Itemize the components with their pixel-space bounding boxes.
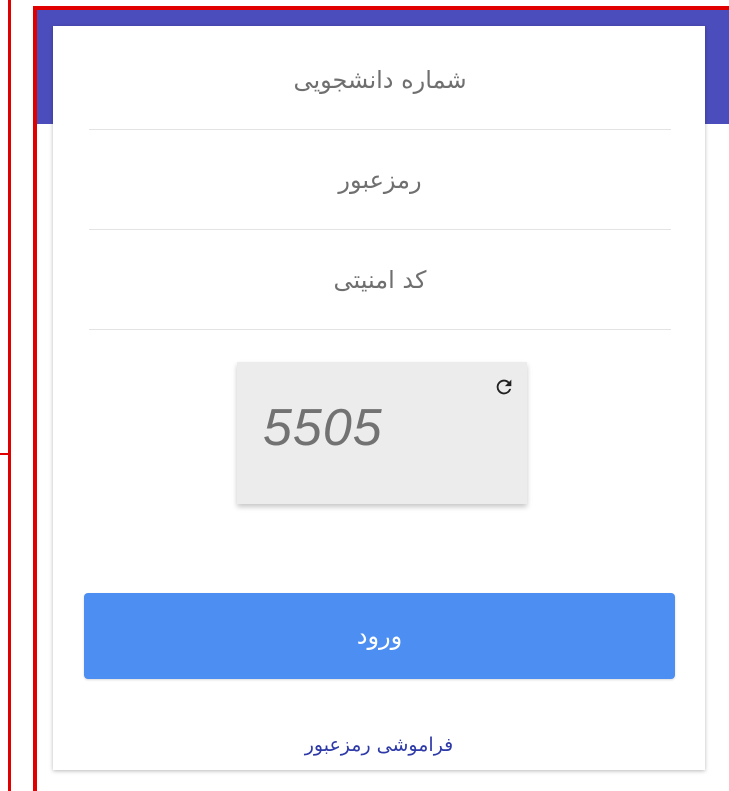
- login-frame: شماره دانشجویی رمزعبور کد امنیتی 5505 ور…: [33, 6, 729, 791]
- captcha-code: 5505: [263, 399, 383, 457]
- outer-left-border: [8, 0, 11, 791]
- outer-left-tick: [0, 453, 10, 455]
- password-placeholder: رمزعبور: [338, 165, 422, 194]
- student-number-placeholder: شماره دانشجویی: [293, 65, 467, 94]
- captcha-image: 5505: [237, 362, 527, 504]
- student-number-field[interactable]: شماره دانشجویی: [89, 30, 671, 130]
- login-card: شماره دانشجویی رمزعبور کد امنیتی 5505 ور…: [53, 26, 705, 770]
- security-code-field[interactable]: کد امنیتی: [89, 230, 671, 330]
- forgot-password-link[interactable]: فراموشی رمزعبور: [53, 734, 705, 756]
- password-field[interactable]: رمزعبور: [89, 130, 671, 230]
- login-button[interactable]: ورود: [84, 593, 675, 679]
- security-code-placeholder: کد امنیتی: [333, 265, 427, 294]
- login-button-label: ورود: [356, 622, 403, 650]
- refresh-icon[interactable]: [493, 376, 515, 398]
